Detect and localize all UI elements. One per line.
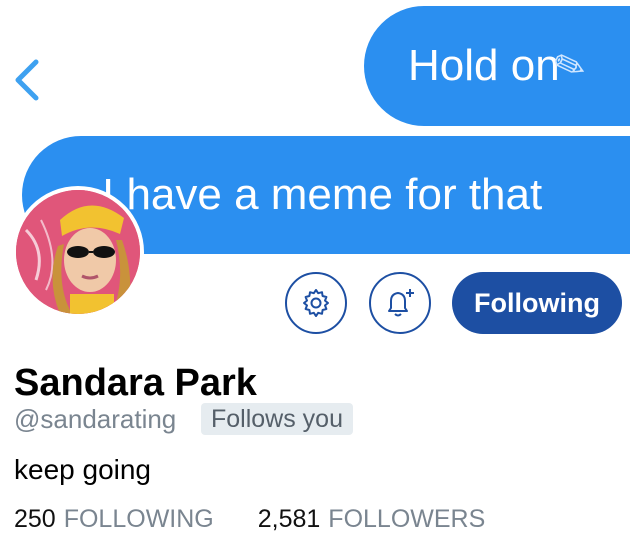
settings-button[interactable] bbox=[285, 272, 347, 334]
username-handle: @sandarating bbox=[14, 404, 177, 434]
message-bubble-bottom-text: I have a meme for that bbox=[102, 170, 543, 219]
following-button[interactable]: Following bbox=[452, 272, 622, 334]
avatar-photo bbox=[16, 190, 140, 314]
chevron-left-icon bbox=[15, 59, 39, 101]
message-bubble-top: Hold on ✎ bbox=[364, 6, 630, 126]
followers-label: FOLLOWERS bbox=[328, 505, 486, 533]
gear-icon bbox=[303, 289, 329, 317]
profile-stats: 250 FOLLOWING 2,581 FOLLOWERS bbox=[14, 505, 485, 534]
back-button[interactable] bbox=[10, 58, 44, 102]
following-stat[interactable]: 250 FOLLOWING bbox=[14, 505, 214, 534]
profile-bio: keep going bbox=[14, 454, 152, 485]
bell-plus-icon bbox=[388, 289, 414, 317]
followers-count: 2,581 bbox=[257, 505, 321, 533]
avatar[interactable] bbox=[12, 186, 144, 318]
follows-you-badge: Follows you bbox=[201, 403, 353, 435]
followers-stat[interactable]: 2,581 FOLLOWERS bbox=[258, 505, 486, 534]
display-name: Sandara Park bbox=[14, 362, 257, 404]
notifications-button[interactable] bbox=[369, 272, 431, 334]
following-count: 250 bbox=[14, 505, 56, 533]
following-label: FOLLOWING bbox=[63, 505, 214, 533]
message-bubble-top-text: Hold on bbox=[408, 41, 560, 90]
avatar-portrait-graphic bbox=[16, 190, 140, 314]
